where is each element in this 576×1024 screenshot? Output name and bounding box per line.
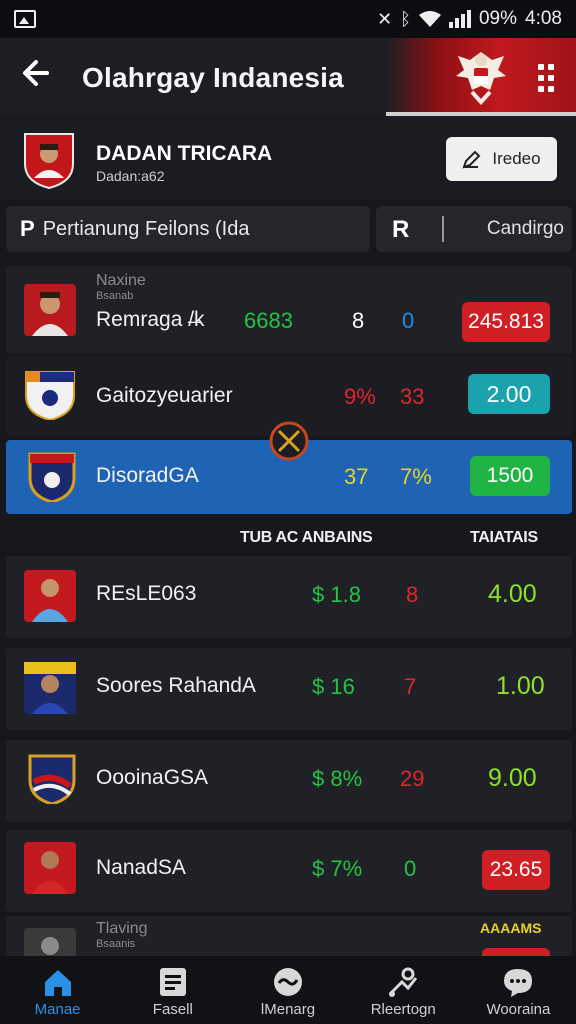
- row-stat-1: $ 16: [312, 674, 355, 699]
- back-arrow-icon[interactable]: [20, 58, 56, 94]
- battery-level: 09%: [478, 8, 518, 29]
- row-stat-2: 29: [400, 766, 425, 791]
- row-caption-secondary: Bsanab: [96, 290, 134, 302]
- match-row-partial[interactable]: Tlaving Bsaanis AAAAMS: [6, 916, 572, 956]
- match-row[interactable]: OooinaGSA $ 8% 29 9.00: [6, 740, 572, 822]
- nav-label: Fasell: [152, 1001, 193, 1018]
- club-badge-icon: [25, 371, 75, 420]
- player-avatar-icon: [24, 570, 76, 622]
- club-crest-icon: [24, 133, 74, 190]
- row-stat-3: 0: [402, 308, 415, 333]
- row-name: REsLE063: [96, 582, 197, 605]
- signal-icon: [448, 10, 471, 28]
- club-badge-icon: [28, 452, 76, 502]
- bluetooth-icon: ᛒ: [400, 8, 411, 29]
- section-label-right: TAIATAIS: [470, 529, 538, 546]
- odds-button[interactable]: 23.65: [482, 850, 550, 890]
- wifi-icon: [418, 11, 441, 27]
- player-avatar-icon: [24, 842, 76, 894]
- row-name: DisoradGA: [96, 464, 199, 487]
- match-row[interactable]: Naxine Bsanab Remraga /̶k 6683 8 0 245.8…: [6, 266, 572, 354]
- match-row[interactable]: REsLE063 $ 1.8 8 4.00: [6, 556, 572, 638]
- player-avatar-icon: [24, 928, 76, 956]
- club-badge-icon: [28, 754, 76, 804]
- clock: 4:08: [525, 8, 562, 29]
- bottom-navigation: Manae Fasell lMenarg Rleertogn Wooraina: [0, 956, 576, 1024]
- row-stat-1: $ 8%: [312, 766, 363, 791]
- edit-button[interactable]: Iredeo: [446, 137, 557, 181]
- row-stat-1: 9%: [344, 384, 376, 409]
- app-header: Olahrgay Indanesia: [0, 38, 576, 116]
- nav-item-tactics[interactable]: Rleertogn: [346, 956, 461, 1024]
- odds-value[interactable]: 9.00: [488, 764, 537, 793]
- row-name: Gaitozyeuarier: [96, 384, 233, 407]
- page-title: Olahrgay Indanesia: [82, 62, 344, 93]
- profile-name: DADAN TRICARA: [96, 142, 273, 165]
- match-row[interactable]: Soores RahandA $ 16 7 1.00: [6, 648, 572, 730]
- row-name: OooinaGSA: [96, 766, 209, 789]
- player-avatar-icon: [24, 662, 76, 714]
- filter-label: Candirgo: [486, 218, 564, 239]
- row-stat-2: 33: [400, 384, 425, 409]
- row-stat-2: 8: [406, 582, 419, 607]
- row-name: Remraga /̶k: [96, 308, 205, 331]
- nav-item-chat[interactable]: lMenarg: [230, 956, 345, 1024]
- row-stat-2: 0: [404, 856, 417, 881]
- nav-label: lMenarg: [260, 1001, 316, 1018]
- mute-icon: ✕: [377, 8, 393, 29]
- filter-divider: [442, 216, 444, 242]
- match-row[interactable]: NanadSA $ 7% 0 23.65: [6, 830, 572, 912]
- nav-item-list[interactable]: Fasell: [115, 956, 230, 1024]
- player-avatar-icon: [24, 284, 76, 336]
- message-icon: [504, 969, 533, 997]
- row-stat-1: 6683: [244, 308, 293, 333]
- row-stat-2: 7: [404, 674, 417, 699]
- status-bar: ✕ ᛒ 09% 4:08: [0, 0, 576, 38]
- odds-value[interactable]: 4.00: [488, 580, 537, 609]
- nav-label: Wooraina: [486, 1001, 551, 1018]
- row-stat-2: 8: [352, 308, 365, 333]
- garuda-emblem-icon: [456, 52, 506, 105]
- row-caption: Naxine: [96, 272, 146, 289]
- odds-button[interactable]: [482, 948, 550, 956]
- odds-button[interactable]: 2.00: [468, 374, 550, 414]
- row-badge: AAAAMS: [480, 920, 542, 936]
- nav-item-messages[interactable]: Wooraina: [461, 956, 576, 1024]
- search-prefix-icon: P: [20, 216, 35, 241]
- filter-icon: R: [392, 216, 410, 243]
- edit-button-label: Iredeo: [492, 149, 541, 168]
- pencil-icon: [462, 150, 481, 169]
- nav-label: Rleertogn: [370, 1001, 436, 1018]
- chat-wave-icon: [274, 968, 302, 996]
- search-input[interactable]: P Pertianung Feilons (Ida: [6, 206, 370, 252]
- home-icon: [44, 970, 71, 996]
- odds-value[interactable]: 1.00: [496, 672, 545, 701]
- odds-button[interactable]: 1500: [470, 456, 550, 496]
- section-label-left: TUB AC ANBAINS: [240, 529, 373, 546]
- list-icon: [159, 968, 186, 996]
- nav-item-home[interactable]: Manae: [0, 956, 115, 1024]
- versus-emblem-icon: [269, 421, 309, 461]
- filter-dropdown[interactable]: R Candirgo: [376, 206, 572, 252]
- row-stat-1: 37: [344, 464, 369, 489]
- row-name: NanadSA: [96, 856, 186, 879]
- row-name: Soores RahandA: [96, 674, 256, 697]
- more-options-icon[interactable]: [538, 64, 554, 92]
- row-stat-1: $ 1.8: [312, 582, 361, 607]
- row-stat-1: $ 7%: [312, 856, 363, 881]
- odds-button[interactable]: 245.813: [462, 302, 550, 342]
- search-value: Pertianung Feilons (Ida: [42, 217, 250, 240]
- tactics-icon: [389, 967, 418, 997]
- image-notification-icon: [14, 10, 36, 28]
- row-caption: Tlaving: [96, 920, 148, 937]
- nav-label: Manae: [34, 1001, 81, 1018]
- profile-subtitle: Dadan:a62: [96, 168, 165, 184]
- row-caption-secondary: Bsaanis: [96, 938, 136, 950]
- row-stat-2: 7%: [400, 464, 432, 489]
